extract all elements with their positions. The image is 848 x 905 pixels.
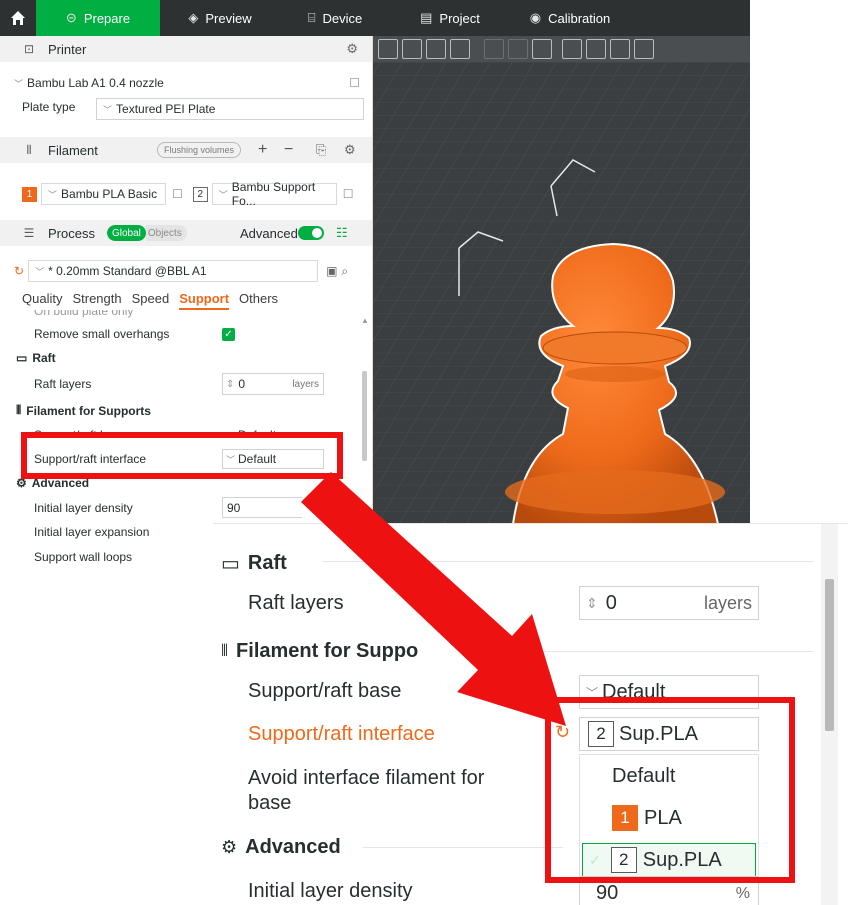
annotation-arrow-layer — [301, 472, 566, 726]
red-arrow — [301, 472, 566, 726]
